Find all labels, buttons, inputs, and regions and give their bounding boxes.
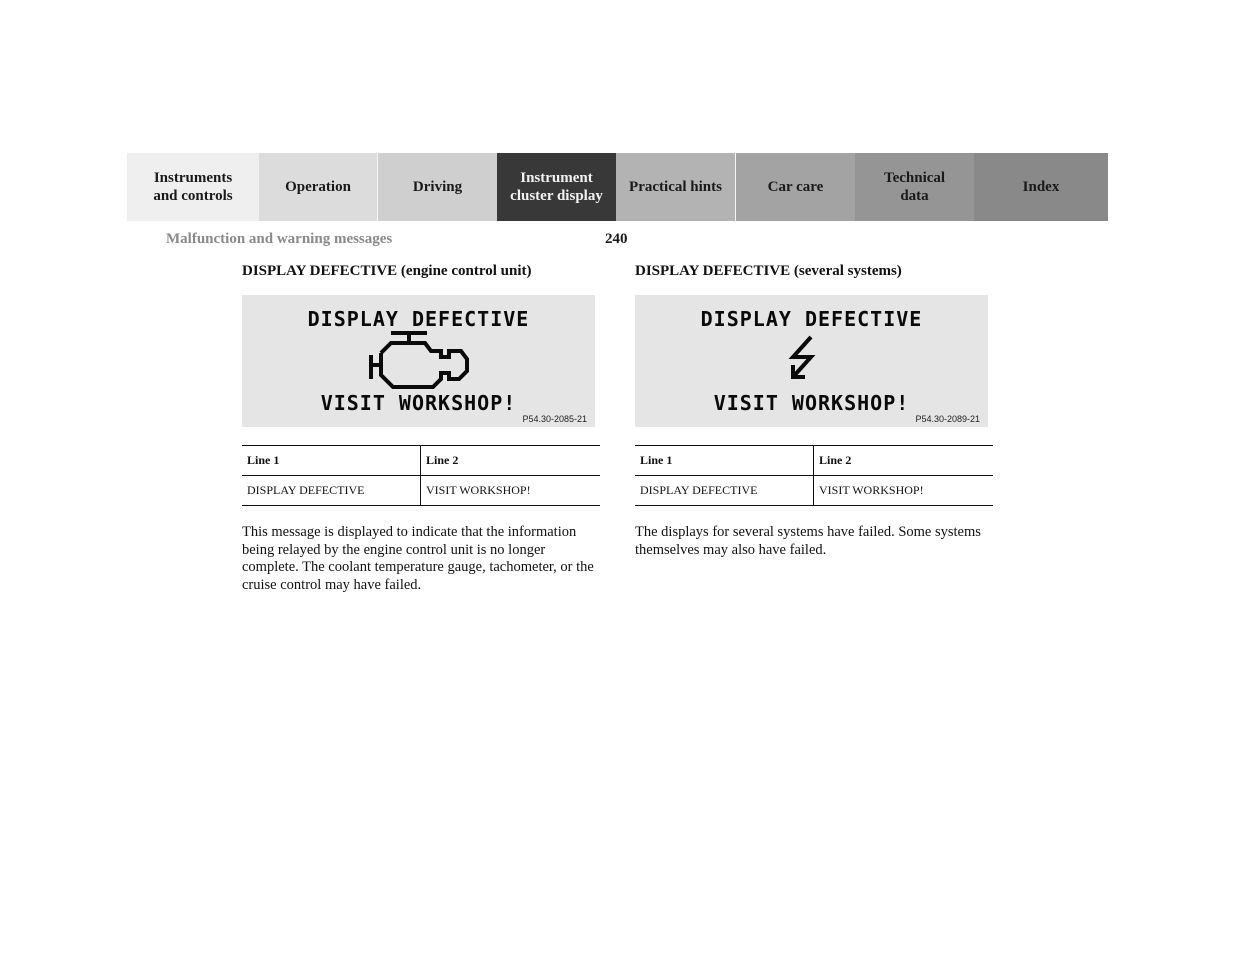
display-line-1: DISPLAY DEFECTIVE: [700, 307, 923, 331]
column-header: Line 1: [242, 445, 421, 476]
display-illustration: DISPLAY DEFECTIVE VISIT WORKSHOP! P54.30…: [635, 295, 988, 427]
tab-instruments-and-controls[interactable]: Instruments and controls: [127, 153, 259, 221]
message-description: This message is displayed to indicate th…: [242, 524, 594, 593]
message-description: The displays for several systems have fa…: [635, 524, 981, 558]
column-header: Line 2: [426, 453, 459, 467]
message-table: Line 1 Line 2 DISPLAY DEFECTIVE VISIT WO…: [242, 445, 600, 506]
message-table: Line 1 Line 2 DISPLAY DEFECTIVE VISIT WO…: [635, 445, 993, 506]
table-cell: VISIT WORKSHOP!: [819, 483, 924, 497]
display-illustration: DISPLAY DEFECTIVE VISIT WORKSHOP! P54.30…: [242, 295, 595, 427]
table-cell: DISPLAY DEFECTIVE: [635, 475, 814, 506]
lightning-arrow-icon: [788, 335, 815, 379]
message-several-systems: DISPLAY DEFECTIVE (several systems) DISP…: [635, 262, 995, 574]
display-line-2: VISIT WORKSHOP!: [320, 391, 517, 415]
message-heading: DISPLAY DEFECTIVE (engine control unit): [242, 263, 532, 279]
page-number: 240: [605, 231, 628, 247]
column-header: Line 1: [635, 445, 814, 476]
tab-instrument-cluster-display[interactable]: Instrument cluster display: [497, 153, 616, 221]
message-heading: DISPLAY DEFECTIVE (several systems): [635, 263, 902, 279]
engine-icon: [368, 331, 469, 389]
table-header-row: Line 1 Line 2: [242, 445, 600, 476]
tab-operation[interactable]: Operation: [259, 153, 378, 221]
tab-practical-hints[interactable]: Practical hints: [616, 153, 736, 221]
tab-car-care[interactable]: Car care: [736, 153, 855, 221]
display-line-1: DISPLAY DEFECTIVE: [307, 307, 530, 331]
table-header-row: Line 1 Line 2: [635, 445, 993, 476]
tab-index[interactable]: Index: [974, 153, 1108, 221]
table-row: DISPLAY DEFECTIVE VISIT WORKSHOP!: [635, 475, 993, 506]
display-line-2: VISIT WORKSHOP!: [713, 391, 910, 415]
section-title: Malfunction and warning messages: [166, 231, 393, 247]
chapter-navigation: Instruments and controls Operation Drivi…: [127, 153, 1108, 221]
tab-driving[interactable]: Driving: [378, 153, 497, 221]
figure-code: P54.30-2085-21: [522, 414, 587, 424]
table-row: DISPLAY DEFECTIVE VISIT WORKSHOP!: [242, 475, 600, 506]
figure-code: P54.30-2089-21: [915, 414, 980, 424]
table-cell: VISIT WORKSHOP!: [426, 483, 531, 497]
tab-technical-data[interactable]: Technical data: [855, 153, 974, 221]
table-cell: DISPLAY DEFECTIVE: [242, 475, 421, 506]
column-header: Line 2: [819, 453, 852, 467]
message-engine-control-unit: DISPLAY DEFECTIVE (engine control unit) …: [242, 262, 602, 609]
